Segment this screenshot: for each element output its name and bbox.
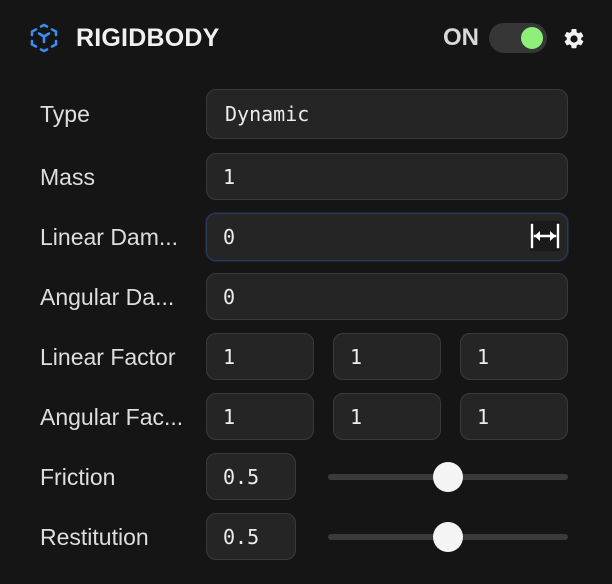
linear-factor-x-value: 1 xyxy=(223,344,236,369)
linear-damping-input[interactable]: 0 xyxy=(206,213,568,261)
angular-factor-label: Angular Fac... xyxy=(40,404,184,430)
cube-icon xyxy=(30,23,58,53)
enabled-toggle[interactable] xyxy=(489,23,547,53)
toggle-knob xyxy=(521,27,543,49)
enabled-label: ON xyxy=(443,24,479,51)
type-select[interactable]: Dynamic xyxy=(206,89,568,139)
angular-damping-input[interactable]: 0 xyxy=(206,273,568,320)
angular-factor-y-value: 1 xyxy=(350,404,363,429)
angular-factor-x-value: 1 xyxy=(223,404,236,429)
friction-input[interactable]: 0.5 xyxy=(206,453,296,500)
angular-damping-label: Angular Da... xyxy=(40,284,175,310)
friction-value: 0.5 xyxy=(223,464,260,489)
angular-factor-y-input[interactable]: 1 xyxy=(333,393,441,440)
linear-factor-y-input[interactable]: 1 xyxy=(333,333,441,380)
friction-slider-thumb[interactable] xyxy=(433,462,463,492)
restitution-input[interactable]: 0.5 xyxy=(206,513,296,560)
type-label: Type xyxy=(40,101,90,127)
restitution-label: Restitution xyxy=(40,524,149,550)
friction-label: Friction xyxy=(40,464,116,490)
restitution-value: 0.5 xyxy=(223,524,260,549)
component-title: RIGIDBODY xyxy=(76,24,220,52)
angular-damping-value: 0 xyxy=(223,284,236,309)
mass-label: Mass xyxy=(40,164,95,190)
type-value: Dynamic xyxy=(225,102,310,126)
component-header: RIGIDBODY ON xyxy=(0,0,612,80)
linear-factor-z-input[interactable]: 1 xyxy=(460,333,568,380)
linear-factor-y-value: 1 xyxy=(350,344,363,369)
angular-factor-x-input[interactable]: 1 xyxy=(206,393,314,440)
angular-factor-z-value: 1 xyxy=(477,404,490,429)
linear-factor-label: Linear Factor xyxy=(40,344,176,370)
horizontal-resize-icon[interactable] xyxy=(529,220,561,252)
restitution-slider-thumb[interactable] xyxy=(433,522,463,552)
linear-damping-label: Linear Dam... xyxy=(40,224,179,250)
gear-icon[interactable] xyxy=(562,27,586,51)
friction-slider[interactable] xyxy=(328,462,568,492)
linear-damping-value: 0 xyxy=(223,225,236,249)
mass-value: 1 xyxy=(223,164,236,189)
linear-factor-z-value: 1 xyxy=(477,344,490,369)
restitution-slider[interactable] xyxy=(328,522,568,552)
linear-factor-x-input[interactable]: 1 xyxy=(206,333,314,380)
mass-input[interactable]: 1 xyxy=(206,153,568,200)
angular-factor-z-input[interactable]: 1 xyxy=(460,393,568,440)
